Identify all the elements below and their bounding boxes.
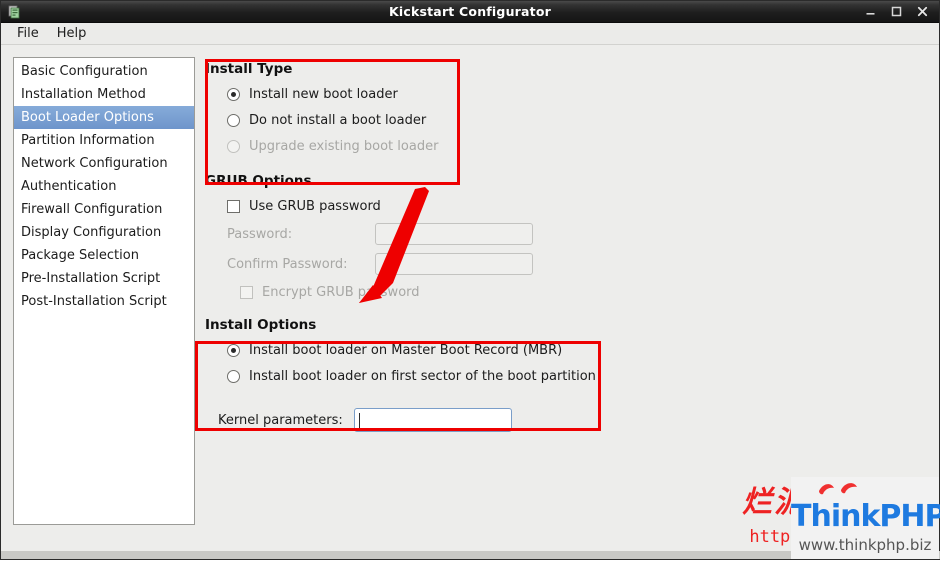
- radio-upgrade-existing-boot-loader: Upgrade existing boot loader: [205, 133, 927, 159]
- radio-icon: [227, 139, 240, 153]
- kernel-parameters-row: Kernel parameters:: [205, 408, 927, 432]
- checkbox-icon: [240, 285, 253, 299]
- sidebar-item-package-selection[interactable]: Package Selection: [14, 244, 194, 267]
- text-caret: [358, 412, 360, 428]
- checkbox-encrypt-grub-password: Encrypt GRUB password: [205, 279, 927, 305]
- window-bottom-edge: [1, 551, 940, 559]
- section-list[interactable]: Basic Configuration Installation Method …: [13, 57, 195, 525]
- radio-install-new-boot-loader[interactable]: Install new boot loader: [205, 81, 927, 107]
- grub-confirm-password-row: Confirm Password:: [205, 249, 927, 279]
- main-content: Basic Configuration Installation Method …: [1, 45, 939, 549]
- install-type-title: Install Type: [205, 61, 293, 77]
- radio-icon[interactable]: [227, 87, 240, 101]
- option-label: Install new boot loader: [249, 86, 398, 102]
- title-bar: Kickstart Configurator: [1, 1, 939, 23]
- kickstart-icon: [6, 4, 22, 20]
- sidebar-item-firewall-configuration[interactable]: Firewall Configuration: [14, 198, 194, 221]
- password-label: Password:: [227, 226, 293, 242]
- option-label: Install boot loader on Master Boot Recor…: [249, 342, 563, 358]
- maximize-icon[interactable]: [890, 5, 903, 18]
- checkbox-icon[interactable]: [227, 199, 240, 213]
- radio-install-on-mbr[interactable]: Install boot loader on Master Boot Recor…: [205, 337, 927, 363]
- grub-options-title: GRUB Options: [205, 173, 312, 189]
- sidebar-item-pre-installation-script[interactable]: Pre-Installation Script: [14, 267, 194, 290]
- radio-install-on-first-sector[interactable]: Install boot loader on first sector of t…: [205, 363, 927, 389]
- kernel-parameters-input[interactable]: [353, 408, 512, 432]
- install-options-group: Install Options Install boot loader on M…: [205, 317, 927, 389]
- sidebar-item-installation-method[interactable]: Installation Method: [14, 83, 194, 106]
- install-options-title: Install Options: [205, 317, 317, 333]
- option-label: Use GRUB password: [249, 198, 381, 214]
- menu-file[interactable]: File: [8, 24, 48, 43]
- password-field: [375, 223, 533, 245]
- install-type-group: Install Type Install new boot loader Do …: [205, 57, 927, 159]
- kernel-parameters-label: Kernel parameters:: [218, 412, 343, 428]
- grub-options-group: GRUB Options Use GRUB password Password:…: [205, 173, 927, 305]
- option-label: Do not install a boot loader: [249, 112, 427, 128]
- menu-bar: File Help: [1, 23, 939, 45]
- boot-loader-options-panel: Install Type Install new boot loader Do …: [195, 57, 927, 549]
- menu-help[interactable]: Help: [48, 24, 96, 43]
- option-label: Upgrade existing boot loader: [249, 138, 439, 154]
- radio-icon[interactable]: [227, 113, 240, 127]
- sidebar-item-network-configuration[interactable]: Network Configuration: [14, 152, 194, 175]
- grub-password-row: Password:: [205, 219, 927, 249]
- close-icon[interactable]: [916, 5, 929, 18]
- checkbox-use-grub-password[interactable]: Use GRUB password: [205, 193, 927, 219]
- sidebar-item-basic-configuration[interactable]: Basic Configuration: [14, 60, 194, 83]
- radio-icon[interactable]: [227, 343, 240, 357]
- window-title: Kickstart Configurator: [389, 4, 551, 19]
- option-label: Encrypt GRUB password: [262, 284, 420, 300]
- radio-icon[interactable]: [227, 369, 240, 383]
- confirm-password-field: [375, 253, 533, 275]
- window-controls: [864, 5, 939, 18]
- application-window: Kickstart Configurator File Help Basic C…: [0, 0, 940, 560]
- sidebar-item-display-configuration[interactable]: Display Configuration: [14, 221, 194, 244]
- radio-do-not-install-boot-loader[interactable]: Do not install a boot loader: [205, 107, 927, 133]
- sidebar-item-partition-information[interactable]: Partition Information: [14, 129, 194, 152]
- sidebar-item-post-installation-script[interactable]: Post-Installation Script: [14, 290, 194, 313]
- confirm-password-label: Confirm Password:: [227, 256, 348, 272]
- option-label: Install boot loader on first sector of t…: [249, 368, 596, 384]
- minimize-icon[interactable]: [864, 5, 877, 18]
- sidebar-item-boot-loader-options[interactable]: Boot Loader Options: [14, 106, 194, 129]
- sidebar-item-authentication[interactable]: Authentication: [14, 175, 194, 198]
